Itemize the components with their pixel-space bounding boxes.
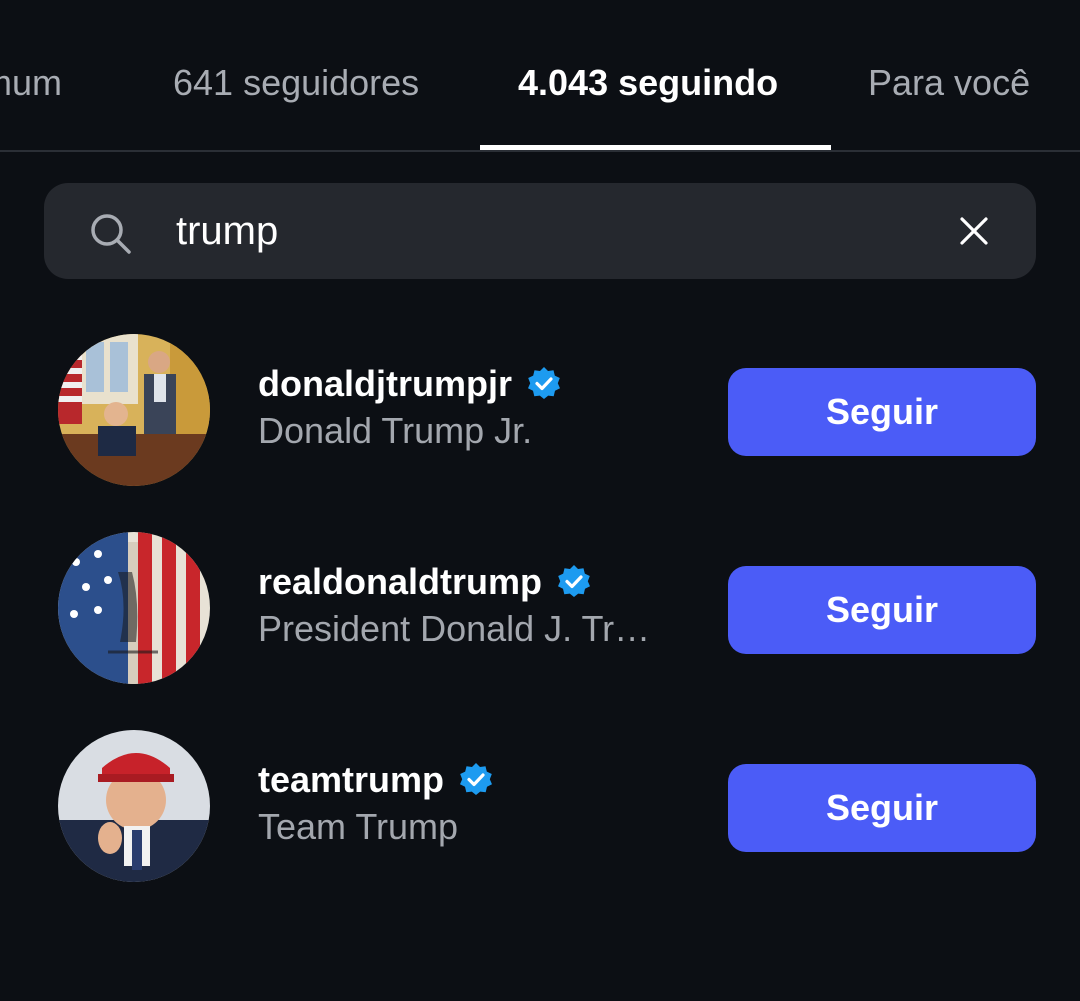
search-input[interactable] xyxy=(176,205,936,257)
username-line: donaldjtrumpjr xyxy=(258,360,562,408)
avatar[interactable] xyxy=(58,532,210,684)
tab-divider xyxy=(0,150,1080,152)
close-icon[interactable] xyxy=(958,215,990,247)
verified-badge-icon xyxy=(558,565,591,597)
username-line: teamtrump xyxy=(258,756,494,804)
follow-button[interactable]: Seguir xyxy=(728,764,1036,852)
display-name: Donald Trump Jr. xyxy=(258,410,533,451)
tab-bar: omum 641 seguidores 4.043 seguindo Para … xyxy=(0,0,1080,152)
search-bar xyxy=(44,183,1036,279)
tab-for-you[interactable]: Para você xyxy=(868,62,1030,104)
verified-badge-icon xyxy=(460,763,493,795)
follow-button[interactable]: Seguir xyxy=(728,566,1036,654)
avatar[interactable] xyxy=(58,730,210,882)
tab-common[interactable]: omum xyxy=(0,62,62,104)
following-page: omum 641 seguidores 4.043 seguindo Para … xyxy=(0,0,1080,1001)
list-item: donaldjtrumpjr Donald Trump Jr. Seguir xyxy=(0,334,1080,494)
follow-button[interactable]: Seguir xyxy=(728,368,1036,456)
tab-followers[interactable]: 641 seguidores xyxy=(173,62,419,104)
search-icon xyxy=(91,214,131,254)
active-tab-indicator xyxy=(480,145,831,150)
username[interactable]: donaldjtrumpjr xyxy=(258,363,512,405)
list-item: teamtrump Team Trump Seguir xyxy=(0,730,1080,890)
avatar[interactable] xyxy=(58,334,210,486)
username[interactable]: realdonaldtrump xyxy=(258,561,542,603)
list-item: realdonaldtrump President Donald J. Tr… … xyxy=(0,532,1080,692)
verified-badge-icon xyxy=(528,367,560,399)
display-name: President Donald J. Tr… xyxy=(258,608,651,649)
username[interactable]: teamtrump xyxy=(258,759,444,801)
username-line: realdonaldtrump xyxy=(258,558,592,606)
tab-following[interactable]: 4.043 seguindo xyxy=(518,62,778,104)
display-name: Team Trump xyxy=(258,806,459,847)
